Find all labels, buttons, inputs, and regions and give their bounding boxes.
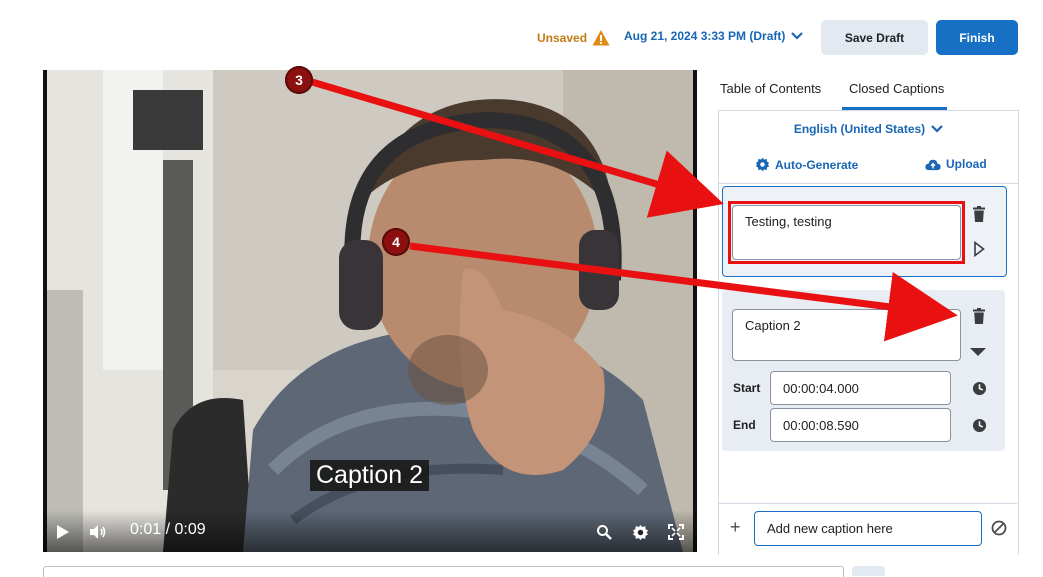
annotation-badge-4: 4 [382, 228, 410, 256]
delete-caption-1-button[interactable] [971, 206, 987, 222]
upload-button[interactable]: Upload [925, 157, 987, 171]
chevron-down-icon [931, 125, 943, 133]
gear-icon [632, 524, 648, 540]
delete-caption-2-button[interactable] [971, 308, 987, 324]
play-caption-1-button[interactable] [971, 241, 987, 257]
caption-overlay: Caption 2 [310, 460, 430, 491]
clock-icon [972, 381, 986, 395]
set-end-time-button[interactable] [971, 417, 987, 433]
draft-version-label: Aug 21, 2024 3:33 PM (Draft) [624, 29, 786, 43]
chevron-down-icon [791, 32, 804, 40]
play-button[interactable] [53, 522, 73, 542]
draft-version-dropdown[interactable]: Aug 21, 2024 3:33 PM (Draft) [624, 29, 804, 43]
set-start-time-button[interactable] [971, 380, 987, 396]
finish-button[interactable]: Finish [936, 20, 1018, 55]
volume-button[interactable] [88, 522, 108, 542]
start-time-input[interactable]: 00:00:04.000 [770, 371, 951, 405]
fullscreen-icon [668, 524, 684, 540]
tab-closed-captions[interactable]: Closed Captions [849, 81, 944, 96]
panel-divider [719, 183, 1018, 184]
unsaved-status: Unsaved [537, 29, 610, 47]
play-outline-icon [974, 241, 985, 257]
auto-generate-button[interactable]: Auto-Generate [755, 157, 858, 172]
bottom-button[interactable] [852, 566, 885, 576]
bottom-text-field[interactable] [43, 566, 844, 577]
trash-icon [973, 308, 985, 324]
trash-icon [973, 206, 985, 222]
new-caption-input[interactable]: Add new caption here [754, 511, 982, 546]
caption-2-text[interactable]: Caption 2 [732, 309, 961, 361]
upload-label: Upload [946, 157, 987, 171]
auto-generate-label: Auto-Generate [775, 157, 859, 172]
warning-icon [592, 30, 610, 46]
gear-icon [755, 157, 770, 172]
add-caption-button[interactable]: + [730, 517, 741, 538]
video-player[interactable]: Caption 2 0:01 / 0:09 [43, 70, 697, 552]
video-border-right [693, 70, 697, 552]
zoom-button[interactable] [594, 522, 614, 542]
collapse-caption-2-button[interactable] [970, 344, 986, 360]
play-icon [57, 525, 69, 539]
volume-icon [90, 525, 106, 539]
annotation-highlight-box [728, 201, 965, 264]
cancel-icon[interactable] [991, 520, 1007, 536]
tab-table-of-contents[interactable]: Table of Contents [720, 81, 821, 96]
side-panel-tabs: Table of Contents Closed Captions [718, 72, 1018, 111]
video-border-left [43, 70, 47, 552]
language-dropdown[interactable]: English (United States) [719, 122, 1018, 136]
caret-down-icon [970, 348, 986, 356]
top-bar: Unsaved Aug 21, 2024 3:33 PM (Draft) Sav… [0, 0, 1043, 60]
fullscreen-button[interactable] [666, 522, 686, 542]
clock-icon [972, 418, 986, 432]
start-time-label: Start [733, 381, 761, 395]
annotation-badge-3: 3 [285, 66, 313, 94]
unsaved-label: Unsaved [537, 31, 588, 45]
settings-button[interactable] [630, 522, 650, 542]
end-time-input[interactable]: 00:00:08.590 [770, 408, 951, 442]
time-display: 0:01 / 0:09 [130, 521, 206, 538]
video-controls: 0:01 / 0:09 [43, 510, 697, 552]
search-icon [597, 525, 612, 540]
save-draft-button[interactable]: Save Draft [821, 20, 928, 55]
language-label: English (United States) [793, 122, 926, 136]
end-time-label: End [733, 418, 756, 432]
new-caption-divider [718, 503, 1017, 504]
cloud-upload-icon [925, 159, 941, 170]
